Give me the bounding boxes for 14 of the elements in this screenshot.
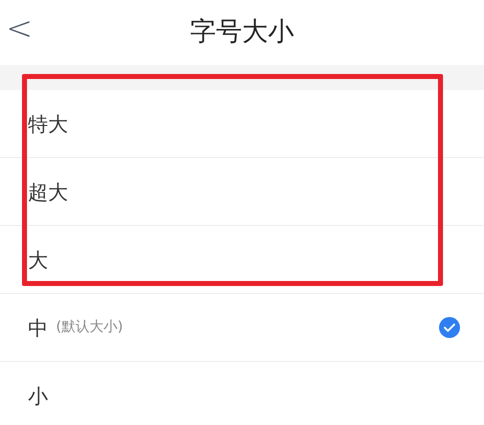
option-label: 超大 (28, 178, 68, 206)
font-size-option[interactable]: 小 (0, 362, 484, 425)
font-size-option[interactable]: 大 (0, 226, 484, 294)
option-label: 小 (28, 382, 48, 410)
option-label: 中 (28, 314, 48, 342)
check-icon (439, 317, 460, 338)
page-title: 字号大小 (190, 16, 294, 49)
option-note: (默认大小) (56, 318, 123, 337)
font-size-option[interactable]: 中 (默认大小) (0, 294, 484, 362)
back-button[interactable]: < (6, 12, 33, 44)
font-size-option[interactable]: 超大 (0, 158, 484, 226)
font-size-option[interactable]: 特大 (0, 90, 484, 158)
option-label: 大 (28, 246, 48, 274)
option-label: 特大 (28, 110, 68, 138)
